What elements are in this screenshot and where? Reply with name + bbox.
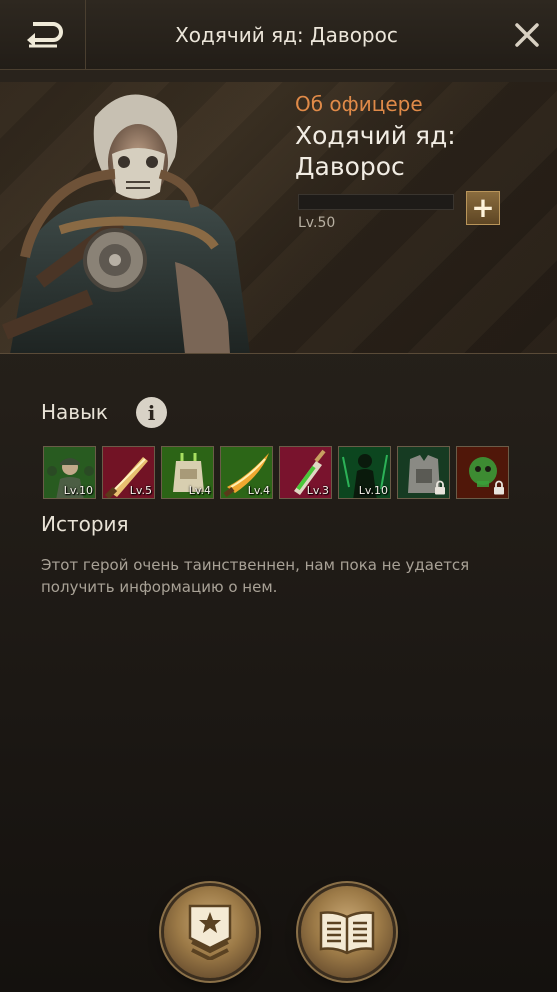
experience-bar: [298, 194, 454, 210]
officer-name: Ходячий яд: Даворос: [295, 121, 456, 181]
skill-level: Lv.10: [63, 484, 93, 497]
skill-slot-5[interactable]: Lv.3: [279, 446, 332, 499]
skills-info-button[interactable]: i: [136, 397, 167, 428]
back-arrow-icon: [26, 22, 63, 48]
close-icon: [515, 23, 539, 47]
rank-button[interactable]: [164, 886, 256, 978]
history-text: Этот герой очень таинственнен, нам пока …: [41, 556, 470, 596]
officer-panel: Об офицере Ходячий яд: Даворос Lv.50 +: [0, 82, 557, 354]
skill-slot-8[interactable]: [456, 446, 509, 499]
skill-level: Lv.5: [129, 484, 152, 497]
page-title: Ходячий яд: Даворос: [175, 23, 398, 47]
back-button[interactable]: [0, 0, 86, 70]
about-officer-label: Об офицере: [295, 92, 423, 116]
top-bar: Ходячий яд: Даворос: [0, 0, 557, 70]
skill-slot-3[interactable]: Lv.4: [161, 446, 214, 499]
close-button[interactable]: [511, 19, 543, 51]
skill-level: Lv.4: [188, 484, 211, 497]
skills-heading: Навык: [41, 400, 108, 424]
level-up-button[interactable]: +: [466, 191, 500, 225]
lock-icon: [435, 480, 445, 495]
skill-slot-6[interactable]: Lv.10: [338, 446, 391, 499]
skill-level: Lv.10: [358, 484, 388, 497]
lock-icon: [494, 480, 504, 495]
history-book-button[interactable]: [301, 886, 393, 978]
officer-level: Lv.50: [298, 215, 336, 231]
skill-level: Lv.3: [306, 484, 329, 497]
skills-list: Lv.10 Lv.5 Lv.4 Lv.4 Lv.3 Lv.10: [43, 446, 523, 500]
skill-slot-4[interactable]: Lv.4: [220, 446, 273, 499]
skill-slot-7[interactable]: [397, 446, 450, 499]
officer-info-screen: Ходячий яд: Даворос Об офицере Ходячий я…: [0, 0, 557, 992]
officer-portrait: [1, 94, 250, 353]
skill-level: Lv.4: [247, 484, 270, 497]
history-heading: История: [41, 512, 129, 536]
open-book-icon: [319, 911, 375, 955]
skill-slot-1[interactable]: Lv.10: [43, 446, 96, 499]
military-rank-icon: [188, 904, 232, 960]
skill-slot-2[interactable]: Lv.5: [102, 446, 155, 499]
